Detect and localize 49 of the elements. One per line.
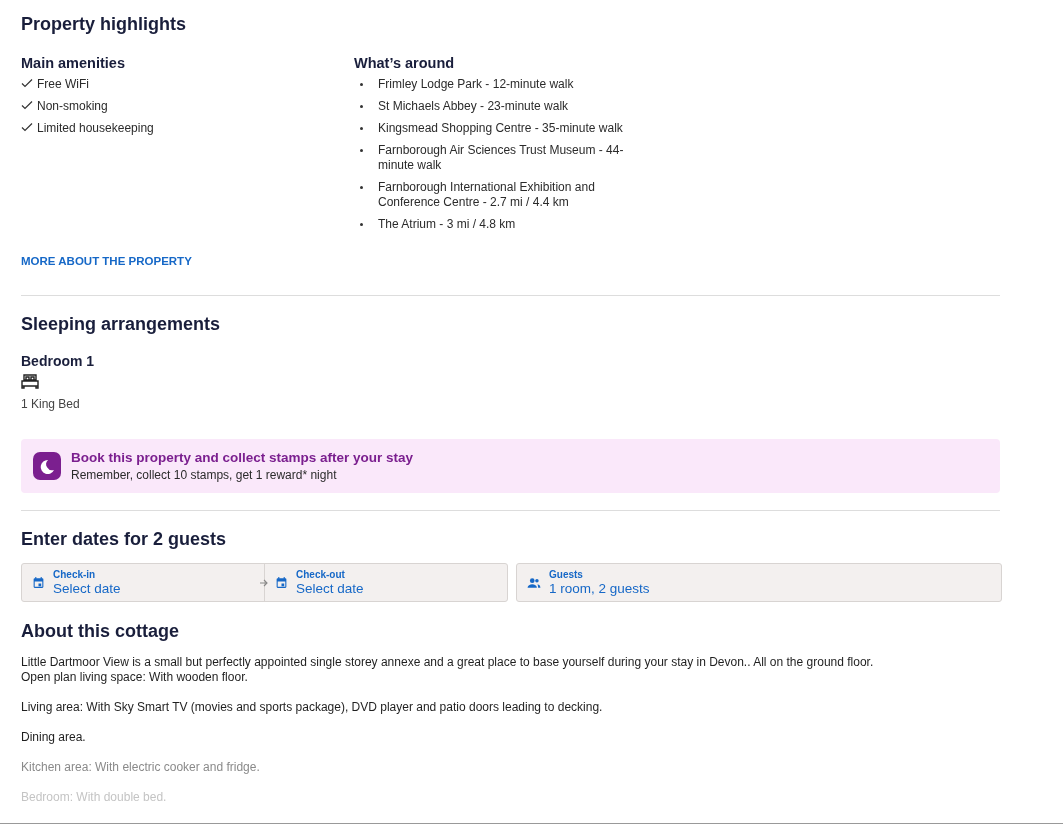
place-text: Frimley Lodge Park - 12-minute walk (378, 77, 574, 92)
place-text: Kingsmead Shopping Centre - 35-minute walk (378, 121, 623, 136)
field-label: Check-in (53, 569, 97, 580)
place-text: Farnborough International Exhibition and Conference Centre - 2.7 mi / 4.4 km (378, 180, 596, 210)
bullet-icon (360, 223, 363, 226)
section-title: Sleeping arrangements (21, 314, 222, 335)
bullet-icon (360, 127, 363, 130)
place-text: The Atrium - 3 mi / 4.8 km (378, 217, 516, 232)
section-title: Enter dates for 2 guests (21, 529, 228, 550)
calendar-icon (32, 576, 45, 589)
date-field[interactable]: Check-out Select date (265, 564, 507, 601)
column-title: Main amenities (21, 55, 126, 71)
section-title: About this cottage (21, 621, 180, 642)
bed-icon (21, 373, 39, 389)
place-text: St Michaels Abbey - 23-minute walk (378, 99, 569, 114)
section-title: Property highlights (21, 14, 187, 35)
arrow-icon (259, 578, 269, 588)
amenity-text: Free WiFi (37, 77, 89, 92)
field-label: Check-out (296, 569, 346, 580)
description-paragraph: Kitchen area: With electric cooker and fridge. (21, 760, 261, 775)
bed-text: 1 King Bed (21, 397, 81, 411)
check-icon (21, 121, 33, 133)
more-link[interactable]: MORE ABOUT THE PROPERTY (21, 255, 192, 267)
description-paragraph: Dining area. (21, 730, 87, 745)
bullet-icon (360, 83, 363, 86)
field-value: Select date (53, 581, 121, 596)
people-icon (527, 576, 541, 589)
description-paragraph: Bedroom: With double bed. (21, 790, 168, 805)
amenity-text: Non-smoking (37, 99, 108, 114)
field-value: 1 room, 2 guests (549, 581, 650, 596)
promo-text: Remember, collect 10 stamps, get 1 reward* night (71, 468, 338, 482)
bullet-icon (360, 149, 363, 152)
moon-icon (33, 452, 61, 480)
date-field[interactable]: Check-in Select date (22, 564, 264, 601)
promo-title: Book this property and collect stamps after your stay (71, 450, 414, 465)
bullet-icon (360, 186, 363, 189)
amenity-text: Limited housekeeping (37, 121, 154, 136)
bullet-icon (360, 105, 363, 108)
description-paragraph: Living area: With Sky Smart TV (movies and sports package), DVD player and patio doors leading to decking. (21, 700, 604, 715)
field-label: Guests (549, 569, 584, 580)
calendar-icon (275, 576, 288, 589)
description-paragraph: Little Dartmoor View is a small but perfectly appointed single storey annexe and a great place to base yourself during your stay in Devon.. All on the ground floor. Open plan living space: With wooden floor. (21, 655, 875, 685)
column-title: What’s around (354, 55, 456, 71)
check-icon (21, 77, 33, 89)
room-name: Bedroom 1 (21, 353, 96, 369)
place-text: Farnborough Air Sciences Trust Museum - 44-minute walk (378, 143, 625, 173)
check-icon (21, 99, 33, 111)
guests-field[interactable]: Guests 1 room, 2 guests (517, 564, 1001, 601)
field-value: Select date (296, 581, 364, 596)
